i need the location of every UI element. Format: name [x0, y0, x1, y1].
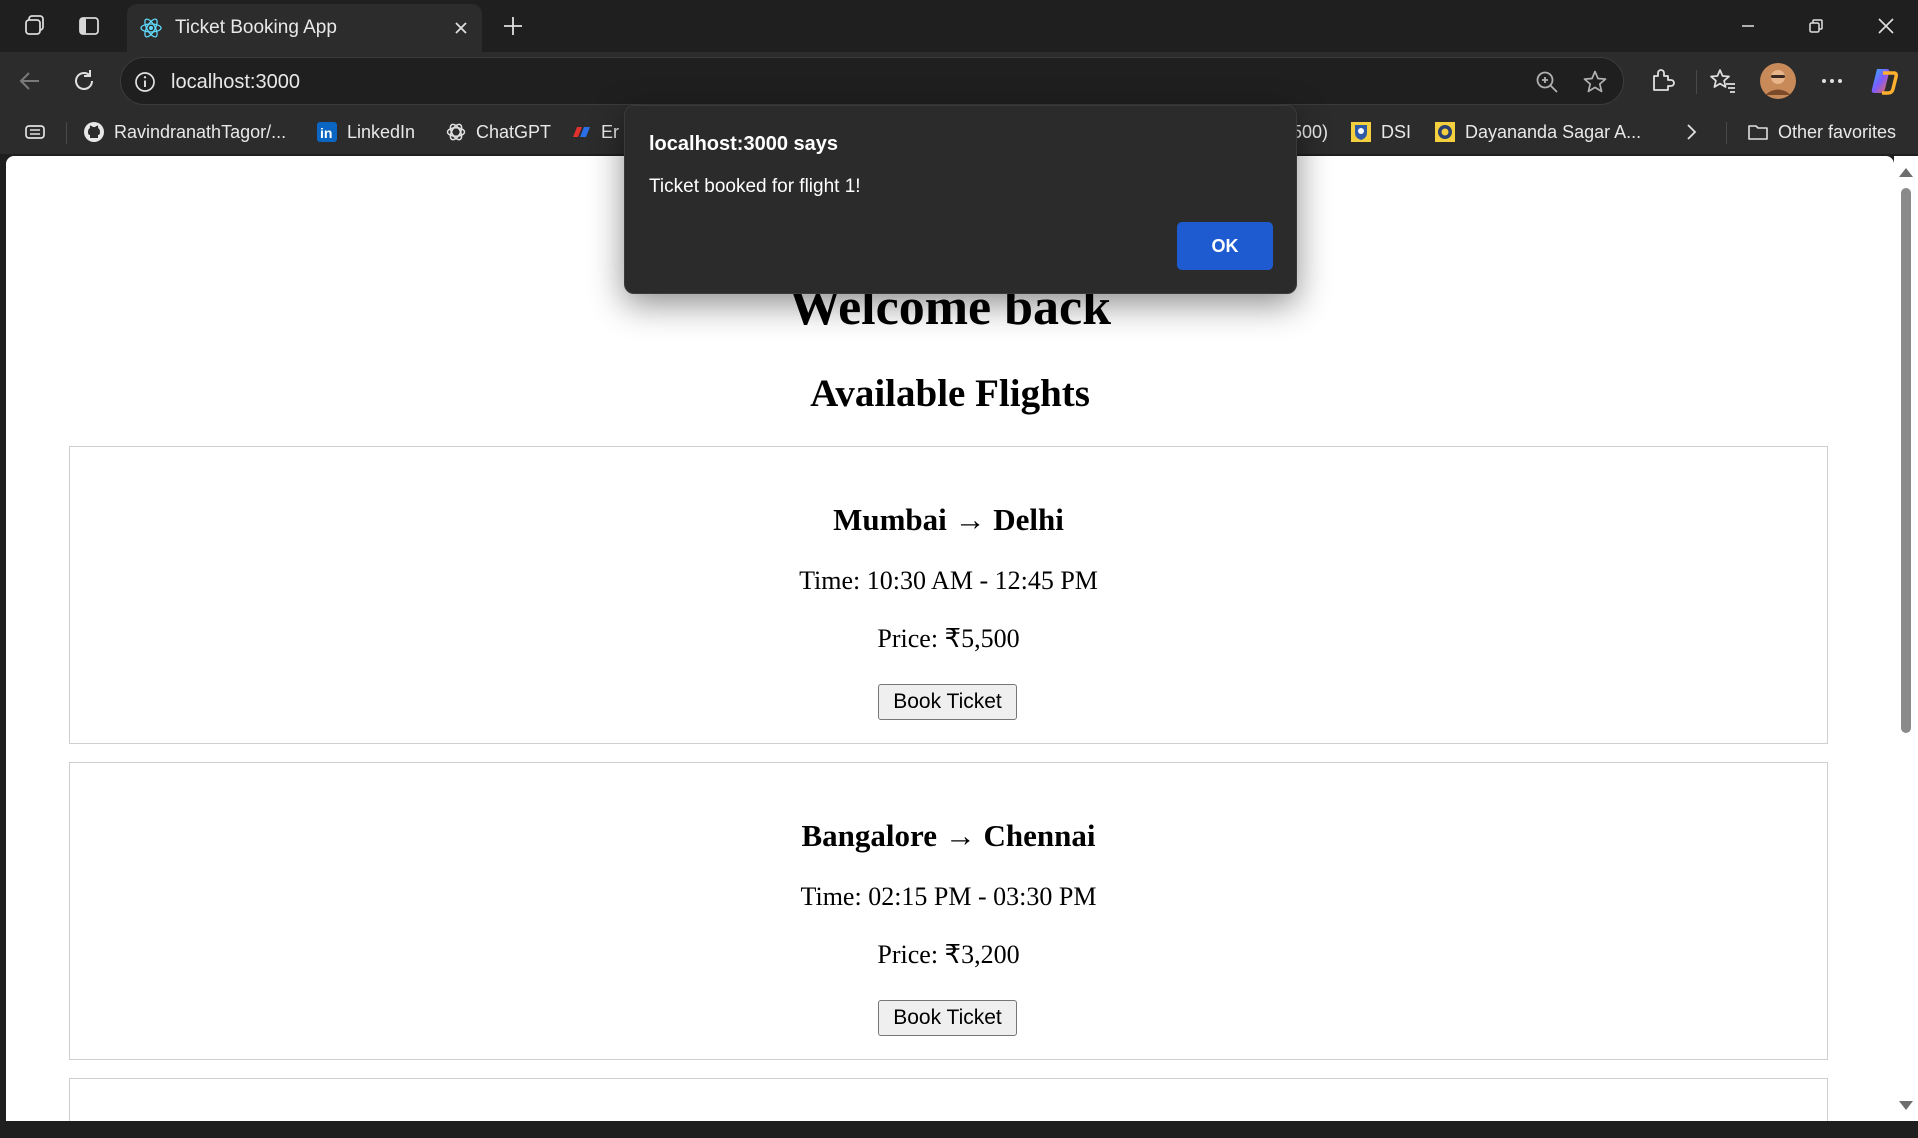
- scroll-down-icon[interactable]: [1899, 1101, 1913, 1110]
- flight-card: Bangalore → Chennai Time: 02:15 PM - 03:…: [69, 762, 1828, 1060]
- navigation-bar: localhost:3000: [0, 52, 1918, 110]
- more-options-icon[interactable]: [1816, 65, 1848, 97]
- dsu-icon: [1434, 121, 1456, 143]
- tab-ticket-booking-app[interactable]: Ticket Booking App: [127, 4, 482, 52]
- svg-text:in: in: [320, 125, 332, 141]
- favorite-er[interactable]: Er: [570, 120, 619, 144]
- extensions-icon[interactable]: [1646, 65, 1678, 97]
- book-ticket-button[interactable]: Book Ticket: [878, 1000, 1017, 1036]
- linkedin-icon: in: [316, 121, 338, 143]
- flight-card: Mumbai → Delhi Time: 10:30 AM - 12:45 PM…: [69, 446, 1828, 744]
- tab-actions-icon[interactable]: [73, 10, 105, 42]
- other-favorites-label: Other favorites: [1778, 121, 1897, 142]
- bookmark-icon: [570, 121, 592, 143]
- flight-route: Bangalore → Chennai: [801, 818, 1096, 853]
- address-bar[interactable]: localhost:3000: [120, 57, 1624, 105]
- zoom-icon[interactable]: [1534, 69, 1560, 95]
- favorite-label: ChatGPT: [476, 121, 552, 142]
- flight-route: Mumbai → Delhi: [833, 502, 1064, 537]
- favorite-chatgpt[interactable]: ChatGPT: [445, 120, 551, 144]
- favorite-label: Er: [601, 121, 619, 142]
- ticket-booking-page: Welcome back Available Flights Mumbai → …: [6, 156, 1894, 1121]
- window-bottom-edge: [0, 1121, 1918, 1138]
- favorite-dsi[interactable]: DSI: [1350, 120, 1411, 144]
- page-scrollbar[interactable]: [1894, 156, 1918, 1121]
- dialog-message: Ticket booked for flight 1!: [649, 176, 861, 197]
- tab-title: Ticket Booking App: [175, 17, 337, 38]
- favorite-label: DSI: [1381, 121, 1412, 142]
- refresh-icon[interactable]: [68, 65, 100, 97]
- available-flights-heading: Available Flights: [810, 372, 1090, 415]
- favorite-label: 500): [1292, 121, 1329, 142]
- favorite-dayananda[interactable]: Dayananda Sagar A...: [1434, 120, 1641, 144]
- favorite-github[interactable]: RavindranathTagor/...: [83, 120, 286, 144]
- react-icon: [139, 16, 163, 40]
- workspaces-icon[interactable]: [19, 10, 51, 42]
- dialog-title: localhost:3000 says: [649, 133, 838, 155]
- minimize-icon[interactable]: [1720, 8, 1776, 44]
- more-favorites-chevron-icon[interactable]: [1683, 120, 1699, 144]
- tab-strip: Ticket Booking App: [0, 0, 1918, 52]
- scroll-up-icon[interactable]: [1899, 168, 1913, 177]
- favorite-label: RavindranathTagor/...: [114, 121, 287, 142]
- flight-price: Price: ₹3,200: [877, 940, 1020, 969]
- close-tab-icon[interactable]: [449, 16, 473, 40]
- close-window-icon[interactable]: [1858, 8, 1914, 44]
- collections-icon[interactable]: [24, 120, 46, 144]
- new-tab-icon[interactable]: [497, 10, 529, 42]
- ok-button[interactable]: OK: [1177, 222, 1273, 270]
- scrollbar-thumb[interactable]: [1901, 188, 1911, 733]
- favorite-partial[interactable]: 500): [1292, 120, 1328, 144]
- page-viewport: Welcome back Available Flights Mumbai → …: [6, 156, 1894, 1121]
- favbar-divider: [66, 122, 67, 144]
- add-favorite-icon[interactable]: [1582, 69, 1608, 95]
- back-icon[interactable]: [14, 65, 46, 97]
- toolbar-divider: [1696, 70, 1697, 94]
- chatgpt-icon: [445, 121, 467, 143]
- book-ticket-button[interactable]: Book Ticket: [878, 684, 1017, 720]
- flight-card-partial: [69, 1078, 1828, 1121]
- other-favorites[interactable]: Other favorites: [1747, 120, 1896, 144]
- site-info-icon[interactable]: [133, 70, 157, 94]
- flight-time: Time: 02:15 PM - 03:30 PM: [800, 882, 1097, 911]
- github-icon: [83, 121, 105, 143]
- dsi-icon: [1350, 121, 1372, 143]
- favorite-label: Dayananda Sagar A...: [1465, 121, 1642, 142]
- favorite-label: LinkedIn: [347, 121, 416, 142]
- url-text[interactable]: localhost:3000: [171, 71, 300, 93]
- profile-avatar[interactable]: [1759, 62, 1797, 100]
- flight-price: Price: ₹5,500: [877, 624, 1020, 653]
- flight-time: Time: 10:30 AM - 12:45 PM: [799, 566, 1098, 595]
- restore-icon[interactable]: [1788, 8, 1844, 44]
- favorites-icon[interactable]: [1707, 65, 1739, 97]
- favbar-divider-right: [1726, 122, 1727, 144]
- folder-icon: [1747, 121, 1769, 143]
- alert-dialog: localhost:3000 says Ticket booked for fl…: [624, 105, 1297, 294]
- copilot-icon[interactable]: [1868, 65, 1900, 97]
- favorite-linkedin[interactable]: in LinkedIn: [316, 120, 415, 144]
